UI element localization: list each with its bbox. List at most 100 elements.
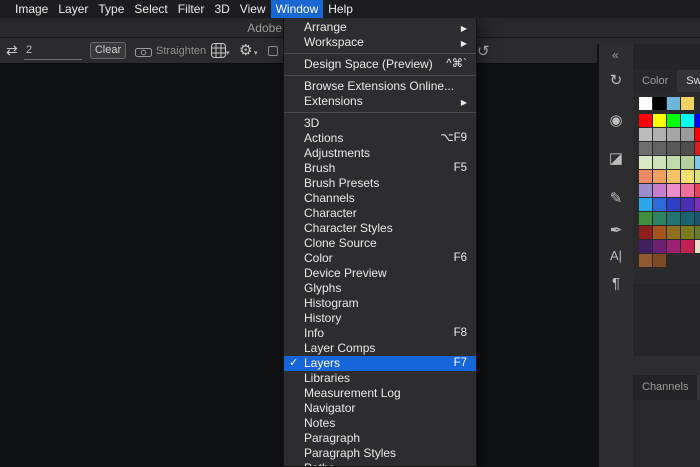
menubar-item-layer[interactable]: Layer [53,0,93,18]
menu-item-workspace[interactable]: Workspace ▶ [284,35,476,50]
menu-item-3d[interactable]: 3D [284,116,476,131]
color-swatch[interactable] [667,184,680,197]
menu-item-brush[interactable]: Brush F5 [284,161,476,176]
color-swatch[interactable] [695,184,700,197]
menu-item-measurement-log[interactable]: Measurement Log [284,386,476,401]
color-swatch[interactable] [681,156,694,169]
crop-settings-gear-icon[interactable]: ⚙ [239,41,252,59]
color-swatch[interactable] [667,97,680,110]
menubar-item-view[interactable]: View [235,0,271,18]
menubar-item-select[interactable]: Select [129,0,172,18]
menu-item-clone-source[interactable]: Clone Source [284,236,476,251]
straighten-icon[interactable] [135,46,152,58]
color-swatch[interactable] [681,184,694,197]
color-swatch[interactable] [695,128,700,141]
color-swatch[interactable] [667,170,680,183]
menu-item-layers[interactable]: ✓ Layers F7 [284,356,476,371]
menu-item-info[interactable]: Info F8 [284,326,476,341]
color-swatch[interactable] [667,212,680,225]
color-swatch[interactable] [695,170,700,183]
menu-item-browse-extensions-online[interactable]: Browse Extensions Online... [284,79,476,94]
styles-panel-icon[interactable]: ◪ [599,149,633,167]
tool-presets-panel-icon[interactable]: ✎ [599,189,633,207]
color-swatch[interactable] [653,114,666,127]
menu-item-device-preview[interactable]: Device Preview [284,266,476,281]
menubar-item-window[interactable]: Window [270,0,324,18]
menu-item-paths[interactable]: Paths [284,461,476,466]
menu-item-design-space-preview[interactable]: Design Space (Preview) ^⌘` [284,57,476,72]
tab-swatches[interactable]: Swatches [677,70,700,92]
color-swatch[interactable] [639,240,652,253]
actions-panel-icon[interactable]: ◉ [599,111,633,129]
tab-color[interactable]: Color [633,70,677,92]
color-swatch[interactable] [639,226,652,239]
color-swatch[interactable] [653,170,666,183]
delete-cropped-pixels-checkbox[interactable] [268,46,278,56]
color-swatch[interactable] [653,97,666,110]
color-swatch[interactable] [653,226,666,239]
menu-item-notes[interactable]: Notes [284,416,476,431]
color-swatch[interactable] [681,198,694,211]
color-swatch[interactable] [681,114,694,127]
color-swatch[interactable] [653,142,666,155]
menu-item-actions[interactable]: Actions ⌥F9 [284,131,476,146]
color-swatch[interactable] [667,156,680,169]
color-swatch[interactable] [639,198,652,211]
menu-item-paragraph[interactable]: Paragraph [284,431,476,446]
menu-item-character[interactable]: Character [284,206,476,221]
menubar-item-help[interactable]: Help [323,0,358,18]
menu-item-paragraph-styles[interactable]: Paragraph Styles [284,446,476,461]
color-swatch[interactable] [695,156,700,169]
grid-dropdown-caret-icon[interactable]: ▾ [226,49,230,57]
menubar-item-image[interactable]: Image [10,0,53,18]
color-swatch[interactable] [653,212,666,225]
color-swatch[interactable] [639,212,652,225]
color-swatch[interactable] [639,142,652,155]
menu-item-layer-comps[interactable]: Layer Comps [284,341,476,356]
menu-item-arrange[interactable]: Arrange ▶ [284,20,476,35]
color-swatch[interactable] [681,170,694,183]
history-panel-icon[interactable]: ↻ [599,71,633,89]
menu-item-extensions[interactable]: Extensions ▶ [284,94,476,109]
tab-channels[interactable]: Channels [633,375,697,400]
color-swatch[interactable] [695,198,700,211]
color-swatch[interactable] [653,156,666,169]
menu-item-histogram[interactable]: Histogram [284,296,476,311]
gear-dropdown-caret-icon[interactable]: ▾ [254,49,258,57]
color-swatch[interactable] [695,114,700,127]
menubar-item-type[interactable]: Type [93,0,129,18]
collapse-panels-icon[interactable]: « [612,49,619,61]
color-swatch[interactable] [667,240,680,253]
color-swatch[interactable] [667,198,680,211]
color-swatch[interactable] [653,128,666,141]
color-swatch[interactable] [653,254,666,267]
menubar-item-filter[interactable]: Filter [173,0,210,18]
character-panel-icon[interactable]: A| [599,248,633,263]
menu-item-adjustments[interactable]: Adjustments [284,146,476,161]
color-swatch[interactable] [667,128,680,141]
color-swatch[interactable] [667,226,680,239]
menu-item-history[interactable]: History [284,311,476,326]
menu-item-channels[interactable]: Channels [284,191,476,206]
color-swatch[interactable] [639,97,652,110]
menu-item-color[interactable]: Color F6 [284,251,476,266]
menu-item-libraries[interactable]: Libraries [284,371,476,386]
color-swatch[interactable] [653,198,666,211]
color-swatch[interactable] [639,156,652,169]
color-swatch[interactable] [681,128,694,141]
ratio-value-input[interactable]: 2 [26,44,32,56]
menu-item-character-styles[interactable]: Character Styles [284,221,476,236]
color-swatch[interactable] [695,212,700,225]
menu-item-brush-presets[interactable]: Brush Presets [284,176,476,191]
color-swatch[interactable] [695,142,700,155]
color-swatch[interactable] [695,240,700,253]
crop-overlay-grid-icon[interactable] [211,43,226,58]
color-swatch[interactable] [639,254,652,267]
color-swatch[interactable] [681,240,694,253]
menu-item-navigator[interactable]: Navigator [284,401,476,416]
color-swatch[interactable] [667,142,680,155]
clear-button[interactable]: Clear [90,42,126,59]
color-swatch[interactable] [667,114,680,127]
color-swatch[interactable] [639,128,652,141]
reset-icon[interactable]: ↺ [477,42,490,60]
